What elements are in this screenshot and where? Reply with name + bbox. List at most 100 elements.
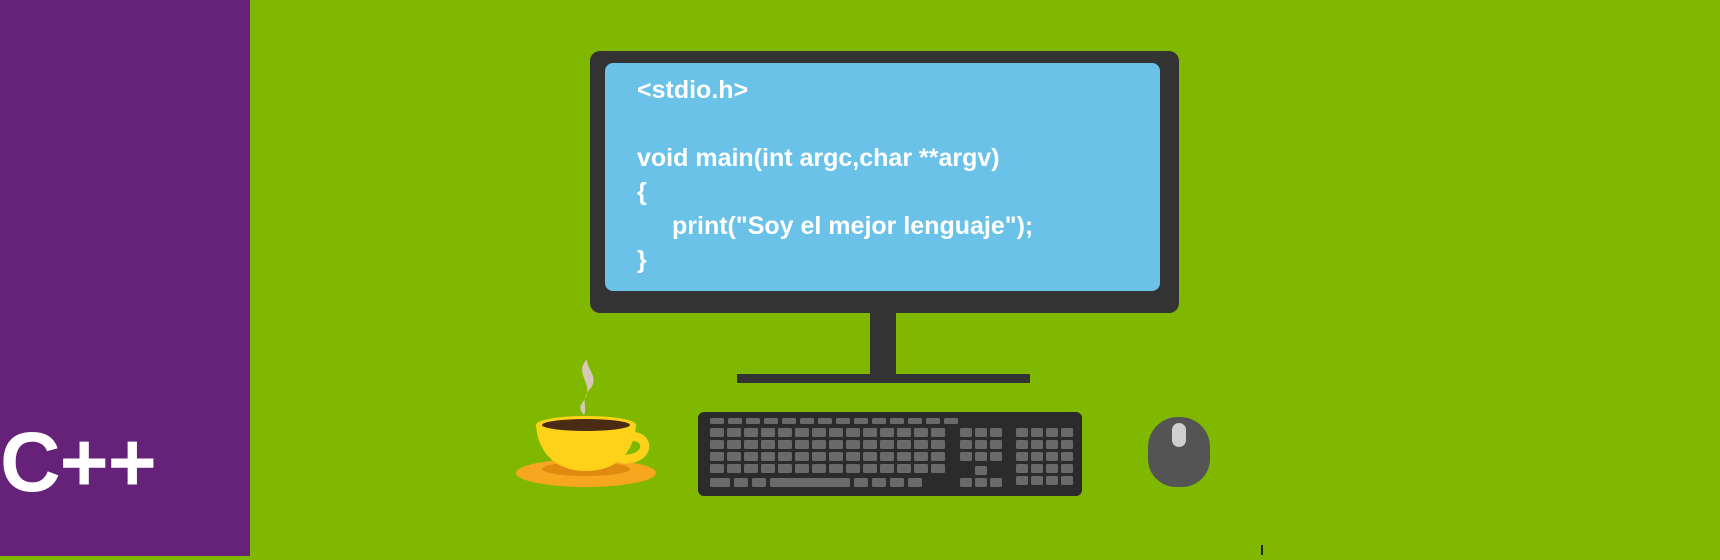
- keyboard-key: [931, 452, 945, 461]
- keyboard-key: [812, 428, 826, 437]
- keyboard-key: [710, 440, 724, 449]
- code-snippet: <stdio.h> void main(int argc,char **argv…: [637, 73, 1033, 277]
- keyboard-key: [710, 418, 724, 424]
- keyboard-key: [1031, 440, 1043, 449]
- keyboard-key: [744, 464, 758, 473]
- keyboard-key: [846, 440, 860, 449]
- keyboard-key: [744, 452, 758, 461]
- keyboard-icon: [698, 412, 1082, 496]
- code-line-print: print("Soy el mejor lenguaje");: [672, 212, 1034, 240]
- keyboard-key: [829, 428, 843, 437]
- keyboard-key: [931, 440, 945, 449]
- keyboard-key: [914, 440, 928, 449]
- keyboard-key: [734, 478, 748, 487]
- mouse-icon: [1148, 417, 1210, 487]
- keyboard-key: [880, 440, 894, 449]
- keyboard-key: [1061, 476, 1073, 485]
- keyboard-key: [1031, 428, 1043, 437]
- keyboard-key: [770, 478, 850, 487]
- keyboard-key: [778, 428, 792, 437]
- keyboard-key: [1046, 464, 1058, 473]
- coffee-cup-icon: [512, 355, 660, 495]
- keyboard-key: [1016, 464, 1028, 473]
- keyboard-key: [863, 464, 877, 473]
- code-line-close-brace: }: [637, 246, 647, 274]
- keyboard-key: [795, 464, 809, 473]
- keyboard-key: [795, 440, 809, 449]
- keyboard-key: [908, 478, 922, 487]
- keyboard-key: [914, 452, 928, 461]
- keyboard-key: [1061, 428, 1073, 437]
- keyboard-key: [778, 440, 792, 449]
- keyboard-key: [800, 418, 814, 424]
- keyboard-key: [990, 478, 1002, 487]
- keyboard-key: [1031, 476, 1043, 485]
- keyboard-key: [744, 440, 758, 449]
- side-panel: C++: [0, 0, 250, 556]
- keyboard-key: [727, 428, 741, 437]
- keyboard-key: [1046, 428, 1058, 437]
- monitor-stand-base: [737, 374, 1030, 383]
- keyboard-key: [872, 478, 886, 487]
- keyboard-key: [744, 428, 758, 437]
- keyboard-key: [990, 452, 1002, 461]
- keyboard-key: [897, 428, 911, 437]
- keyboard-key: [1046, 452, 1058, 461]
- keyboard-key: [914, 428, 928, 437]
- keyboard-key: [897, 440, 911, 449]
- keyboard-key: [854, 478, 868, 487]
- keyboard-key: [975, 466, 987, 475]
- keyboard-key: [829, 452, 843, 461]
- keyboard-key: [795, 452, 809, 461]
- keyboard-key: [914, 464, 928, 473]
- code-line-open-brace: {: [637, 178, 647, 206]
- keyboard-key: [764, 418, 778, 424]
- keyboard-key: [897, 464, 911, 473]
- keyboard-key: [782, 418, 796, 424]
- keyboard-key: [908, 418, 922, 424]
- keyboard-key: [1016, 428, 1028, 437]
- keyboard-key: [890, 418, 904, 424]
- keyboard-key: [960, 478, 972, 487]
- keyboard-key: [761, 440, 775, 449]
- keyboard-key: [1031, 464, 1043, 473]
- keyboard-key: [1016, 440, 1028, 449]
- keyboard-key: [944, 418, 958, 424]
- monitor-stand-neck: [870, 313, 896, 376]
- stray-mark: [1261, 545, 1263, 555]
- keyboard-key: [960, 440, 972, 449]
- keyboard-key: [829, 440, 843, 449]
- keyboard-key: [863, 440, 877, 449]
- keyboard-key: [975, 452, 987, 461]
- keyboard-key: [1031, 452, 1043, 461]
- keyboard-key: [727, 464, 741, 473]
- keyboard-key: [854, 418, 868, 424]
- keyboard-key: [727, 440, 741, 449]
- keyboard-key: [1046, 440, 1058, 449]
- keyboard-key: [727, 452, 741, 461]
- keyboard-key: [728, 418, 742, 424]
- keyboard-key: [710, 478, 730, 487]
- keyboard-key: [846, 464, 860, 473]
- keyboard-key: [818, 418, 832, 424]
- keyboard-key: [1061, 440, 1073, 449]
- keyboard-key: [1061, 452, 1073, 461]
- keyboard-key: [710, 452, 724, 461]
- keyboard-key: [926, 418, 940, 424]
- keyboard-key: [812, 464, 826, 473]
- banner: C++ <stdio.h> void main(int argc,char **…: [0, 0, 1720, 560]
- keyboard-key: [1016, 476, 1028, 485]
- keyboard-key: [812, 452, 826, 461]
- monitor-icon: <stdio.h> void main(int argc,char **argv…: [590, 51, 1179, 313]
- keyboard-key: [746, 418, 760, 424]
- keyboard-key: [931, 428, 945, 437]
- keyboard-key: [710, 464, 724, 473]
- keyboard-key: [795, 428, 809, 437]
- language-label: C++: [0, 415, 157, 509]
- keyboard-key: [761, 452, 775, 461]
- keyboard-key: [897, 452, 911, 461]
- keyboard-key: [975, 478, 987, 487]
- keyboard-key: [863, 428, 877, 437]
- keyboard-key: [778, 464, 792, 473]
- keyboard-key: [975, 440, 987, 449]
